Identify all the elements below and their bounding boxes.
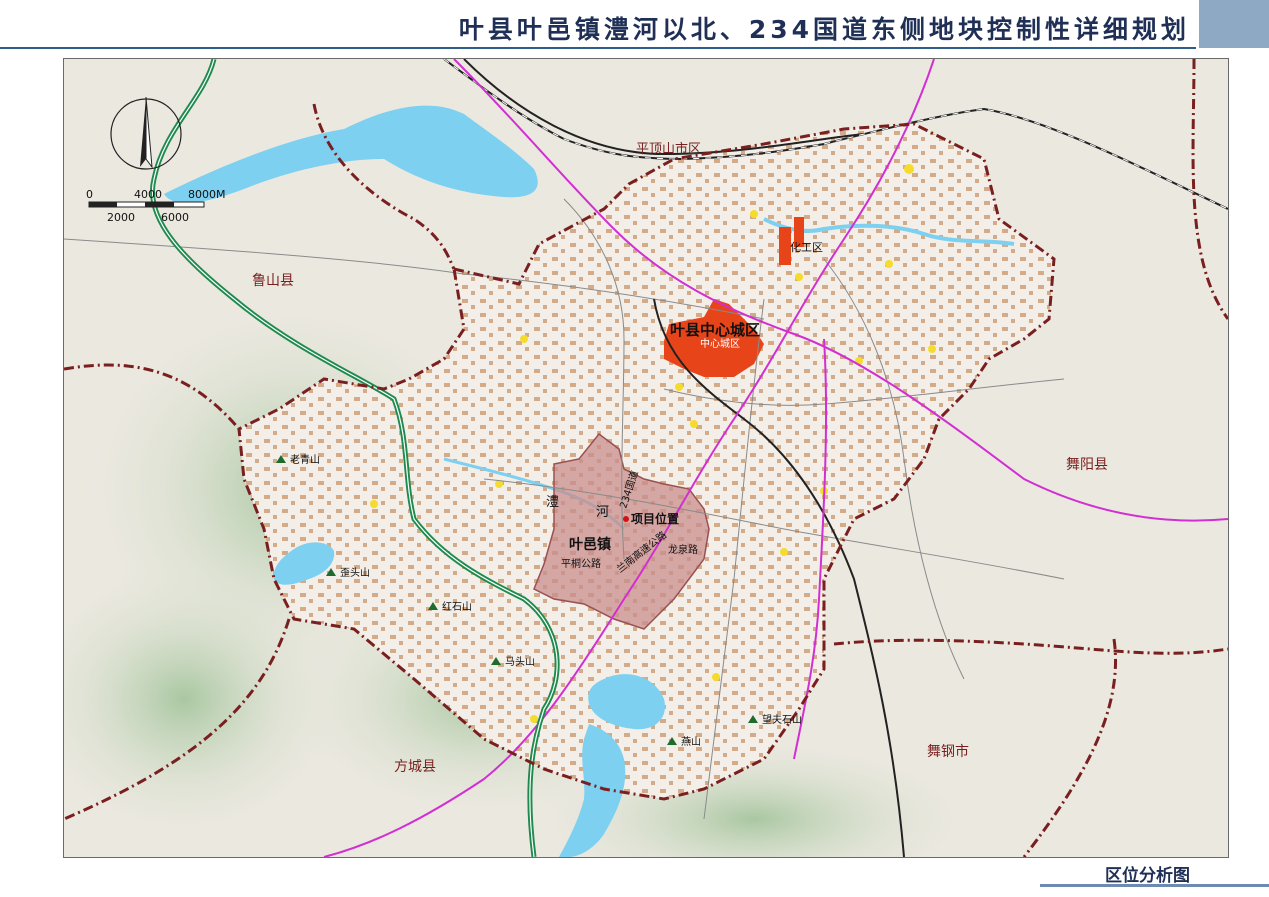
label-wugang: 舞钢市	[927, 743, 969, 760]
label-lushan: 鲁山县	[252, 273, 294, 289]
label-lihe-2: 河	[596, 505, 609, 520]
label-yan: 燕山	[681, 736, 701, 748]
scale-label-4000: 4000	[134, 188, 162, 201]
label-center-city: 叶县中心城区	[670, 321, 760, 339]
label-matou: 马头山	[505, 656, 535, 668]
label-wangfushi: 望夫石山	[762, 713, 802, 726]
label-wuyang: 舞阳县	[1066, 457, 1108, 473]
scale-label-0: 0	[86, 188, 93, 201]
title-bar: 叶县叶邑镇澧河以北、234国道东侧地块控制性详细规划	[0, 0, 1269, 50]
scale-label-6000: 6000	[161, 211, 189, 224]
label-fangcheng: 方城县	[394, 759, 436, 775]
label-yeyi: 叶邑镇	[569, 536, 611, 553]
document-title: 叶县叶邑镇澧河以北、234国道东侧地块控制性详细规划	[458, 15, 1190, 44]
project-marker	[623, 516, 629, 522]
scale-label-8000: 8000M	[188, 188, 226, 201]
label-lihe-1: 澧	[546, 495, 559, 510]
label-pingtong: 平桐公路	[561, 557, 601, 570]
figure-caption: 区位分析图	[1105, 866, 1190, 886]
label-longquan: 龙泉路	[668, 543, 698, 556]
label-project: 项目位置	[631, 511, 679, 526]
label-laoqing: 老青山	[290, 453, 320, 466]
title-underline	[0, 47, 1196, 49]
scale-label-2000: 2000	[107, 211, 135, 224]
label-waitou: 歪头山	[340, 567, 370, 579]
map-frame: 0 4000 8000M 2000 6000 平顶山市区 鲁山县 舞阳县 方城县…	[63, 58, 1229, 858]
label-chem-zone: 化工区	[790, 240, 823, 254]
title-accent-block	[1199, 0, 1269, 48]
label-hongshi: 红石山	[442, 600, 472, 613]
location-map: 0 4000 8000M 2000 6000 平顶山市区 鲁山县 舞阳县 方城县…	[64, 59, 1228, 857]
label-old-city: 中心城区	[700, 337, 740, 350]
label-pingdingshan: 平顶山市区	[636, 141, 701, 157]
caption-underline	[1040, 884, 1269, 887]
